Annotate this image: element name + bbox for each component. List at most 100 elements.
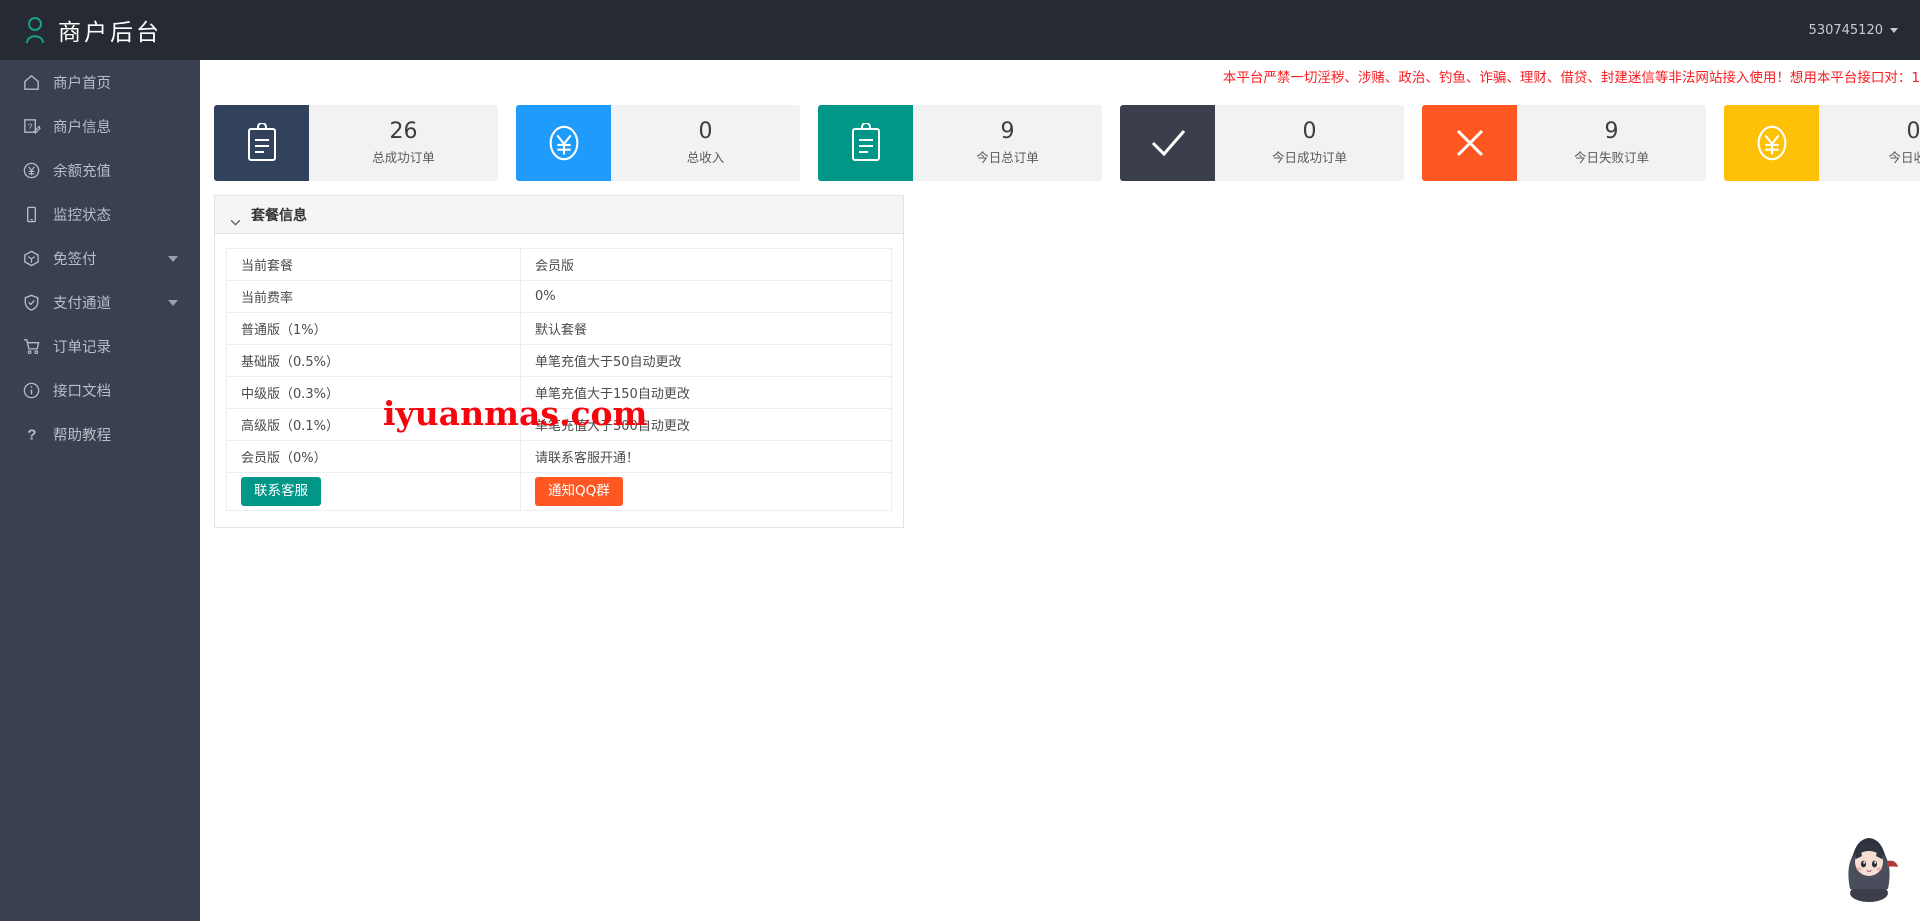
stat-label: 今日收入 — [1888, 149, 1920, 165]
sidebar-item-label: 免签付 — [53, 251, 97, 268]
row-value: 单笔充值大于300自动更改 — [520, 408, 892, 441]
yen-circle-icon — [1724, 105, 1819, 181]
qq-cell: 通知QQ群 — [520, 472, 892, 511]
sidebar-item-label: 帮助教程 — [53, 427, 111, 444]
cross-icon — [1422, 105, 1517, 181]
row-key: 中级版（0.3%） — [226, 376, 521, 409]
table-row: 高级版（0.1%） 单笔充值大于300自动更改 — [226, 408, 892, 441]
stat-card-body: 0 今日成功订单 — [1215, 105, 1404, 181]
clipboard-icon — [214, 105, 309, 181]
row-value: 请联系客服开通！ — [520, 440, 892, 473]
mobile-icon — [22, 205, 41, 224]
row-key: 会员版（0%） — [226, 440, 521, 473]
chevron-down-icon — [168, 300, 178, 306]
sidebar-nav: 商户首页 ? 商户信息 余额充值 监控状态 免签付 支付通道 订单记录 接口文档… — [0, 60, 200, 921]
main-content: 1：本平台严禁一切淫秽、涉赌、政治、钓鱼、诈骗、理财、借贷、封建迷信等非法网站接… — [200, 60, 1920, 921]
notify-qq-group-button[interactable]: 通知QQ群 — [535, 477, 623, 506]
sidebar-item-help-tutorial[interactable]: ? 帮助教程 — [0, 412, 200, 456]
chibi-character-mascot[interactable] — [1836, 829, 1902, 903]
sidebar-item-merchant-info[interactable]: ? 商户信息 — [0, 104, 200, 148]
yen-circle-icon — [516, 105, 611, 181]
stat-card-total-income[interactable]: 0 总收入 — [516, 105, 800, 181]
table-row: 当前套餐 会员版 — [226, 248, 892, 281]
svg-text:?: ? — [27, 426, 36, 443]
sidebar-item-monitor-status[interactable]: 监控状态 — [0, 192, 200, 236]
row-key: 高级版（0.1%） — [226, 408, 521, 441]
platform-notice-banner: 1：本平台严禁一切淫秽、涉赌、政治、钓鱼、诈骗、理财、借贷、封建迷信等非法网站接… — [1222, 70, 1920, 86]
table-row-actions: 联系客服 通知QQ群 — [226, 472, 892, 511]
stat-card-body: 0 今日收入 — [1819, 105, 1920, 181]
sidebar-item-label: 接口文档 — [53, 383, 111, 400]
row-value: 0% — [520, 280, 892, 313]
sidebar-item-label: 监控状态 — [53, 207, 111, 224]
table-row: 会员版（0%） 请联系客服开通！ — [226, 440, 892, 473]
cart-icon — [22, 337, 41, 356]
stat-card-body: 9 今日失败订单 — [1517, 105, 1706, 181]
stat-label: 今日成功订单 — [1271, 149, 1347, 165]
stat-value: 26 — [389, 119, 418, 145]
table-row: 基础版（0.5%） 单笔充值大于50自动更改 — [226, 344, 892, 377]
stat-label: 今日失败订单 — [1573, 149, 1649, 165]
sidebar-item-signfree-pay[interactable]: 免签付 — [0, 236, 200, 280]
table-row: 普通版（1%） 默认套餐 — [226, 312, 892, 345]
stat-label: 总收入 — [686, 149, 725, 165]
stat-card-total-success-orders[interactable]: 26 总成功订单 — [214, 105, 498, 181]
chevron-down-icon — [230, 211, 241, 226]
sidebar-item-payment-channel[interactable]: 支付通道 — [0, 280, 200, 324]
sidebar-item-label: 余额充值 — [53, 163, 111, 180]
sidebar-item-home[interactable]: 商户首页 — [0, 60, 200, 104]
yen-circle-icon — [22, 161, 41, 180]
check-icon — [1120, 105, 1215, 181]
sidebar-item-api-docs[interactable]: 接口文档 — [0, 368, 200, 412]
row-key: 当前费率 — [226, 280, 521, 313]
home-icon — [22, 73, 41, 92]
top-header-bar: 商户后台 530745120 — [0, 0, 1920, 60]
stat-card-today-success-orders[interactable]: 0 今日成功订单 — [1120, 105, 1404, 181]
stat-label: 今日总订单 — [976, 149, 1039, 165]
stat-value: 0 — [698, 119, 713, 145]
brand-title: 商户后台 — [58, 20, 162, 46]
stat-card-body: 26 总成功订单 — [309, 105, 498, 181]
account-id: 530745120 — [1808, 22, 1883, 38]
stat-card-today-total-orders[interactable]: 9 今日总订单 — [818, 105, 1102, 181]
stat-cards-row: 26 总成功订单 0 总收入 9 今日总订单 0 今日成功订单 9 今日失败订单… — [214, 105, 1920, 181]
stat-card-today-failed-orders[interactable]: 9 今日失败订单 — [1422, 105, 1706, 181]
table-row: 当前费率 0% — [226, 280, 892, 313]
chevron-down-icon — [1890, 27, 1898, 33]
sidebar-item-label: 商户首页 — [53, 75, 111, 92]
clipboard-icon — [818, 105, 913, 181]
sidebar-item-label: 商户信息 — [53, 119, 111, 136]
panel-title: 套餐信息 — [251, 207, 307, 224]
user-icon — [22, 15, 48, 45]
stat-card-today-income[interactable]: 0 今日收入 — [1724, 105, 1920, 181]
stat-label: 总成功订单 — [372, 149, 435, 165]
row-value: 单笔充值大于50自动更改 — [520, 344, 892, 377]
row-value: 默认套餐 — [520, 312, 892, 345]
document-question-icon: ? — [22, 117, 41, 136]
account-menu[interactable]: 530745120 — [1809, 23, 1920, 38]
cube-icon — [22, 249, 41, 268]
package-info-table: 当前套餐 会员版 当前费率 0% 普通版（1%） 默认套餐 基础版（0.5%） … — [226, 248, 892, 511]
stat-value: 0 — [1302, 119, 1317, 145]
panel-body: 当前套餐 会员版 当前费率 0% 普通版（1%） 默认套餐 基础版（0.5%） … — [215, 234, 903, 527]
package-info-panel: 套餐信息 当前套餐 会员版 当前费率 0% 普通版（1%） 默认套餐 基础版（0… — [214, 195, 904, 528]
sidebar-item-label: 订单记录 — [53, 339, 111, 356]
stat-card-body: 9 今日总订单 — [913, 105, 1102, 181]
sidebar-item-balance-recharge[interactable]: 余额充值 — [0, 148, 200, 192]
panel-header[interactable]: 套餐信息 — [215, 196, 903, 234]
chevron-down-icon — [168, 256, 178, 262]
info-circle-icon — [22, 381, 41, 400]
row-key: 基础版（0.5%） — [226, 344, 521, 377]
shield-check-icon — [22, 293, 41, 312]
contact-support-button[interactable]: 联系客服 — [241, 477, 321, 506]
row-value: 单笔充值大于150自动更改 — [520, 376, 892, 409]
sidebar-item-order-records[interactable]: 订单记录 — [0, 324, 200, 368]
sidebar-item-label: 支付通道 — [53, 295, 111, 312]
stat-value: 9 — [1604, 119, 1619, 145]
row-key: 普通版（1%） — [226, 312, 521, 345]
row-key: 当前套餐 — [226, 248, 521, 281]
question-mark-icon: ? — [22, 425, 41, 444]
brand-logo[interactable]: 商户后台 — [0, 0, 200, 60]
stat-card-body: 0 总收入 — [611, 105, 800, 181]
table-row: 中级版（0.3%） 单笔充值大于150自动更改 — [226, 376, 892, 409]
